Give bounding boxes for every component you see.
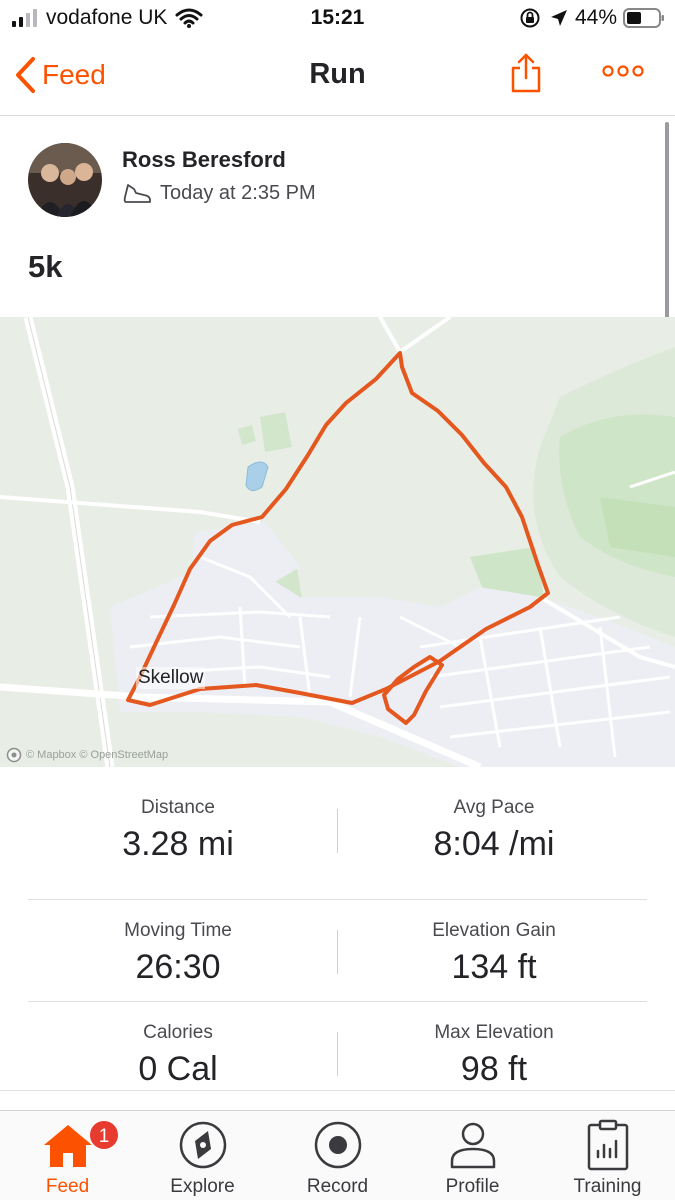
- tab-label: Record: [306, 1176, 369, 1197]
- athlete-name[interactable]: Ross Beresford: [122, 147, 286, 173]
- tab-label: Explore: [170, 1176, 235, 1197]
- activity-header: Ross Beresford Today at 2:35 PM 5k: [0, 117, 675, 317]
- activity-date: Today at 2:35 PM: [160, 181, 316, 204]
- map-attribution[interactable]: © Mapbox © OpenStreetMap: [6, 747, 168, 763]
- stat-label: Distance: [141, 797, 215, 818]
- stat-elevation-gain: Elevation Gain 134 ft: [344, 920, 644, 987]
- stat-divider: [337, 809, 338, 853]
- stat-value: 134 ft: [451, 948, 537, 986]
- battery-icon: [623, 8, 664, 28]
- stats-row: Moving Time 26:30 Elevation Gain 134 ft: [28, 899, 647, 1001]
- stat-label: Max Elevation: [434, 1022, 554, 1043]
- compass-icon: [179, 1121, 227, 1169]
- stat-max-elevation: Max Elevation 98 ft: [344, 1022, 644, 1089]
- location-arrow-icon: [550, 10, 567, 26]
- stats-row: Distance 3.28 mi Avg Pace 8:04 /mi: [28, 797, 647, 899]
- avatar[interactable]: [28, 143, 102, 217]
- stat-label: Avg Pace: [453, 797, 535, 818]
- stat-calories: Calories 0 Cal: [28, 1022, 328, 1089]
- stat-divider: [337, 1032, 338, 1076]
- stat-value: 8:04 /mi: [433, 825, 555, 863]
- status-right: 44%: [519, 6, 665, 30]
- status-bar: vodafone UK 15:21 44%: [0, 0, 675, 36]
- stat-value: 0 Cal: [138, 1050, 218, 1088]
- more-horizontal-icon: [602, 65, 644, 77]
- stat-value: 3.28 mi: [122, 825, 234, 863]
- tab-feed[interactable]: 1 Feed: [0, 1111, 135, 1200]
- tab-label: Training: [573, 1176, 642, 1197]
- stat-label: Calories: [143, 1022, 213, 1043]
- person-icon: [450, 1122, 496, 1169]
- tab-label: Feed: [45, 1176, 90, 1197]
- tab-training[interactable]: Training: [540, 1111, 675, 1200]
- running-shoe-icon: [123, 184, 151, 203]
- stats-row: Calories 0 Cal Max Elevation 98 ft: [28, 1001, 647, 1103]
- stat-label: Elevation Gain: [432, 920, 556, 941]
- clipboard-chart-icon: [587, 1119, 629, 1171]
- record-icon: [314, 1121, 362, 1169]
- share-icon: [511, 53, 541, 93]
- page-title: Run: [309, 58, 366, 90]
- navigation-bar: Feed Run: [0, 36, 675, 116]
- stat-value: 98 ft: [460, 1050, 528, 1088]
- activity-stats: Distance 3.28 mi Avg Pace 8:04 /mi Movin…: [0, 767, 675, 1091]
- divider: [0, 1090, 675, 1091]
- map-canvas: [0, 317, 675, 767]
- more-options-button[interactable]: [602, 64, 644, 83]
- stat-distance: Distance 3.28 mi: [28, 797, 328, 864]
- stat-label: Moving Time: [124, 920, 232, 941]
- stat-moving-time: Moving Time 26:30: [28, 920, 328, 987]
- tab-profile[interactable]: Profile: [405, 1111, 540, 1200]
- orientation-lock-icon: [520, 8, 540, 28]
- tab-bar: 1 Feed Explore Record Profile Training: [0, 1110, 675, 1200]
- share-button[interactable]: [510, 52, 542, 99]
- stat-value: 26:30: [135, 948, 221, 986]
- route-map[interactable]: Skellow © Mapbox © OpenStreetMap: [0, 317, 675, 767]
- tab-label: Profile: [445, 1176, 500, 1197]
- mapbox-logo-icon: [6, 747, 22, 763]
- battery-percent: 44%: [574, 6, 617, 29]
- map-place-label: Skellow: [136, 667, 206, 689]
- stat-avg-pace: Avg Pace 8:04 /mi: [344, 797, 644, 864]
- home-icon: [44, 1125, 92, 1167]
- activity-title: 5k: [28, 249, 63, 284]
- tab-record[interactable]: Record: [270, 1111, 405, 1200]
- avatar-photo: [28, 143, 102, 217]
- notification-badge: 1: [88, 1119, 120, 1151]
- map-attribution-text: © Mapbox © OpenStreetMap: [26, 749, 169, 761]
- activity-meta: Today at 2:35 PM: [122, 181, 316, 205]
- tab-explore[interactable]: Explore: [135, 1111, 270, 1200]
- stat-divider: [337, 930, 338, 974]
